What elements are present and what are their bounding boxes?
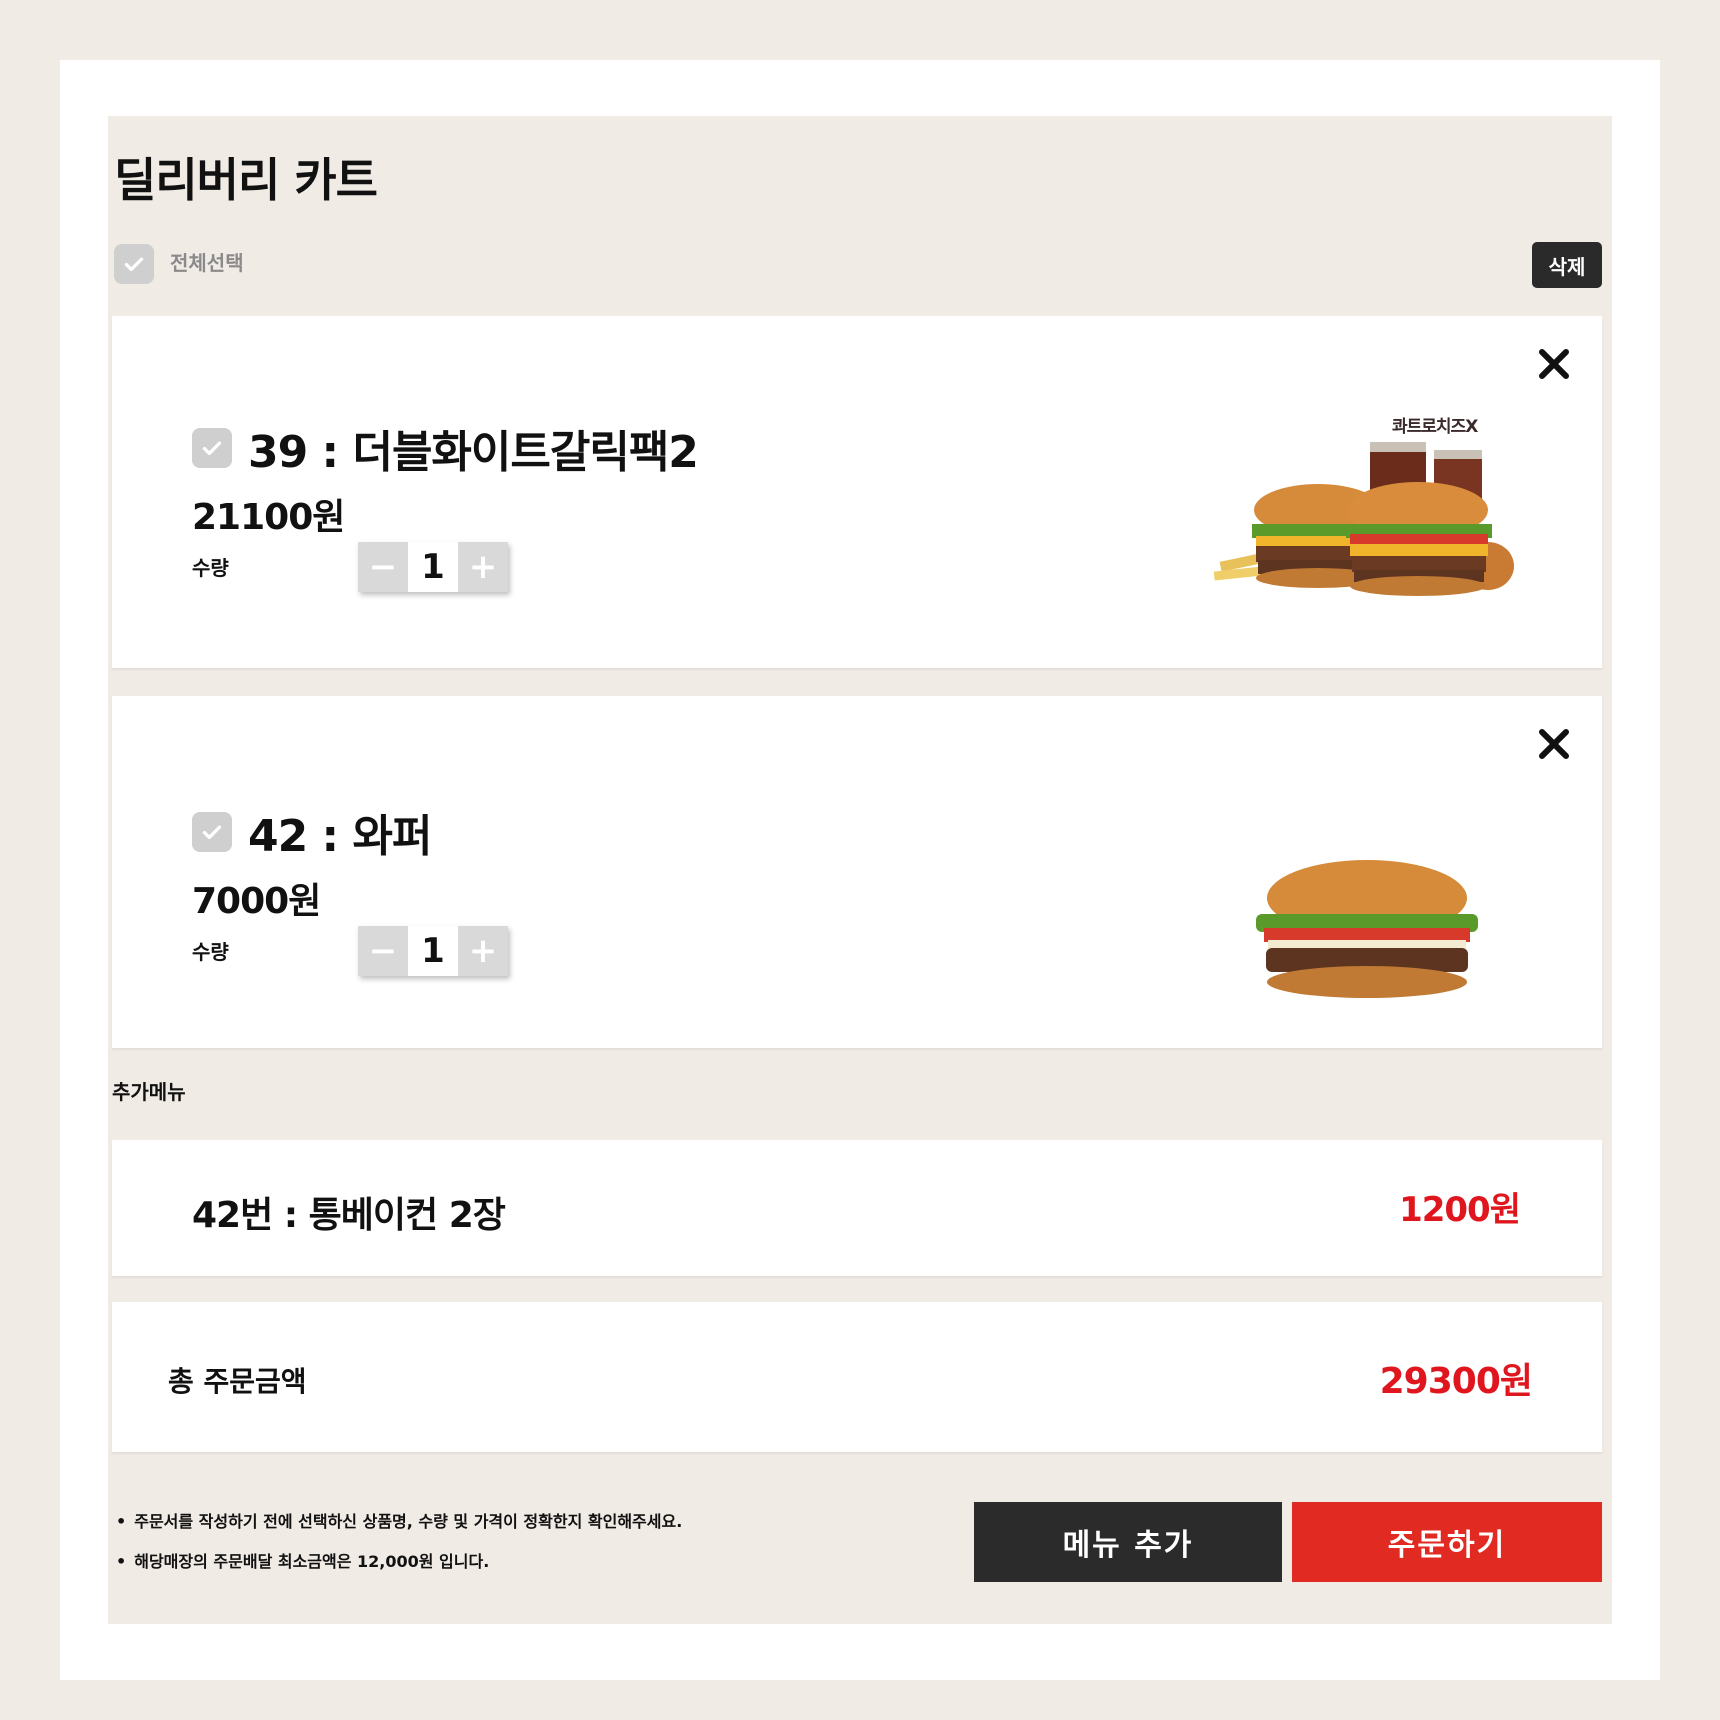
item-header: 42 : 와퍼 (192, 800, 432, 864)
addon-item: 42번 : 통베이컨 2장 1200원 (112, 1140, 1602, 1276)
decrease-button[interactable]: − (358, 542, 408, 592)
item-checkbox[interactable] (192, 812, 232, 852)
cart-item: 42 : 와퍼 7000원 수량 − 1 + (112, 696, 1602, 1048)
item-name: 42 : 와퍼 (248, 811, 432, 862)
item-price: 7000원 (192, 881, 321, 922)
whopper-image (1256, 860, 1478, 998)
total-value: 29300원 (1379, 1361, 1533, 1402)
close-icon[interactable] (1536, 726, 1572, 762)
delete-button[interactable]: 삭제 (1532, 242, 1602, 288)
addon-section-label: 추가메뉴 (112, 1080, 186, 1104)
select-all-label: 전체선택 (170, 250, 244, 275)
select-all[interactable]: 전체선택 (114, 244, 244, 284)
total-label: 총 주문금액 (168, 1365, 307, 1398)
close-icon[interactable] (1536, 346, 1572, 382)
page-title: 딜리버리 카트 (114, 153, 378, 207)
check-icon (124, 257, 144, 272)
order-total: 총 주문금액 29300원 (112, 1302, 1602, 1452)
order-button[interactable]: 주문하기 (1292, 1502, 1602, 1582)
quantity-stepper: − 1 + (358, 542, 508, 592)
addon-price: 1200원 (1399, 1190, 1521, 1230)
quantity-value: 1 (408, 926, 458, 976)
quantity-value: 1 (408, 542, 458, 592)
order-notes: 주문서를 작성하기 전에 선택하신 상품명, 수량 및 가격이 정확한지 확인해… (116, 1508, 682, 1588)
item-price: 21100원 (192, 497, 345, 538)
check-icon (202, 441, 222, 456)
select-all-checkbox[interactable] (114, 244, 154, 284)
decrease-button[interactable]: − (358, 926, 408, 976)
increase-button[interactable]: + (458, 542, 508, 592)
increase-button[interactable]: + (458, 926, 508, 976)
cart-item: 39 : 더블화이트갈릭팩2 21100원 수량 − 1 + 콰트로치즈X (112, 316, 1602, 668)
check-icon (202, 825, 222, 840)
item-name: 39 : 더블화이트갈릭팩2 (248, 427, 699, 478)
note-item: 주문서를 작성하기 전에 선택하신 상품명, 수량 및 가격이 정확한지 확인해… (116, 1508, 682, 1532)
quantity-label: 수량 (192, 556, 229, 580)
delivery-cart-panel: 딜리버리 카트 전체선택 삭제 39 : 더블화이트갈릭팩2 21100원 수량… (108, 116, 1612, 1624)
item-checkbox[interactable] (192, 428, 232, 468)
item-header: 39 : 더블화이트갈릭팩2 (192, 416, 699, 480)
note-item: 해당매장의 주문배달 최소금액은 12,000원 입니다. (116, 1548, 682, 1572)
quantity-stepper: − 1 + (358, 926, 508, 976)
addon-name: 42번 : 통베이컨 2장 (192, 1195, 506, 1236)
quantity-label: 수량 (192, 940, 229, 964)
add-menu-button[interactable]: 메뉴 추가 (974, 1502, 1282, 1582)
combo-meal-image (1213, 442, 1514, 596)
